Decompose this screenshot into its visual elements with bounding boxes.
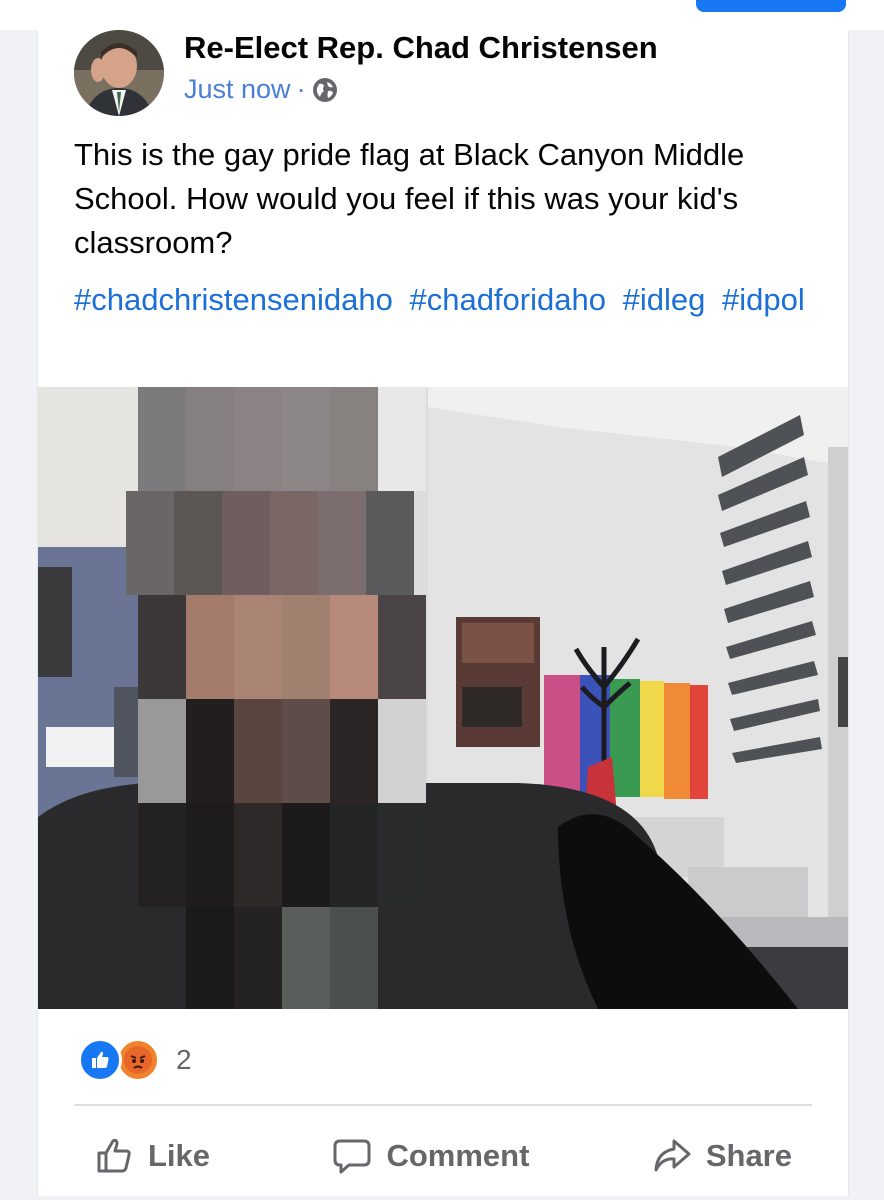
top-strip <box>0 0 884 30</box>
post-timestamp[interactable]: Just now <box>184 74 291 105</box>
share-label: Share <box>705 1138 792 1173</box>
post-photo[interactable] <box>38 387 848 1009</box>
post-author[interactable]: Re-Elect Rep. Chad Christensen <box>184 30 658 66</box>
share-icon <box>654 1139 691 1172</box>
top-button[interactable] <box>696 0 846 12</box>
like-reaction-icon <box>78 1038 122 1082</box>
meta-separator: · <box>296 74 306 104</box>
comment-button[interactable]: Comment <box>312 1136 549 1176</box>
action-bar: Like Comment Share <box>74 1126 812 1186</box>
globe-icon[interactable] <box>312 77 338 103</box>
avatar[interactable] <box>74 30 164 116</box>
action-divider <box>74 1104 812 1106</box>
share-button[interactable]: Share <box>632 1136 812 1176</box>
hashtag-link[interactable]: #chadforidaho <box>409 282 606 317</box>
like-button[interactable]: Like <box>74 1136 230 1176</box>
hashtag-link[interactable]: #idleg <box>623 282 706 317</box>
reaction-count: 2 <box>176 1044 192 1075</box>
post-meta: Just now · <box>184 74 338 105</box>
avatar-image <box>74 30 164 116</box>
post-text: This is the gay pride flag at Black Cany… <box>74 137 745 260</box>
hashtags: #chadchristensenidaho #chadforidaho #idl… <box>74 278 814 322</box>
thumbs-up-icon <box>97 1138 131 1173</box>
hashtag-link[interactable]: #idpol <box>722 282 805 317</box>
post-card: Re-Elect Rep. Chad Christensen Just now … <box>37 30 849 1196</box>
like-label: Like <box>148 1138 211 1173</box>
classroom-photo <box>38 387 848 1009</box>
angry-reaction-icon <box>116 1038 160 1082</box>
comment-icon <box>333 1139 371 1174</box>
comment-label: Comment <box>386 1138 530 1173</box>
reaction-summary[interactable]: 2 <box>78 1038 192 1082</box>
hashtag-link[interactable]: #chadchristensenidaho <box>74 282 393 317</box>
